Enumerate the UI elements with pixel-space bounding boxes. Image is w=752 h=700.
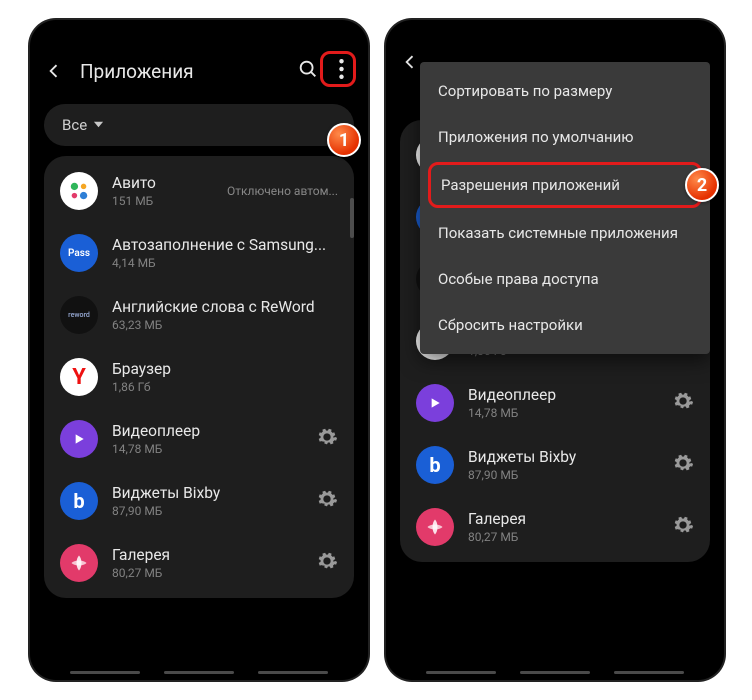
app-name: Автозаполнение с Samsung... bbox=[112, 236, 338, 254]
menu-item[interactable]: Показать системные приложения bbox=[420, 210, 710, 256]
app-row[interactable]: Pass Автозаполнение с Samsung... 4,14 МБ bbox=[44, 222, 354, 284]
menu-item[interactable]: Разрешения приложений bbox=[428, 162, 702, 208]
app-row[interactable]: Галерея 80,27 МБ bbox=[44, 532, 354, 594]
app-text: Английские слова с ReWord 63,23 МБ bbox=[112, 298, 338, 332]
app-row[interactable]: Видеоплеер 14,78 МБ bbox=[44, 408, 354, 470]
app-size: 87,90 МБ bbox=[112, 504, 316, 518]
app-name: Галерея bbox=[468, 510, 672, 528]
app-text: Галерея 80,27 МБ bbox=[112, 546, 316, 580]
app-name: Виджеты Bixby bbox=[112, 484, 316, 502]
gear-icon[interactable] bbox=[316, 550, 338, 576]
menu-item[interactable]: Сортировать по размеру bbox=[420, 68, 710, 114]
gear-icon[interactable] bbox=[672, 452, 694, 478]
app-text: Виджеты Bixby 87,90 МБ bbox=[112, 484, 316, 518]
app-icon bbox=[60, 544, 98, 582]
app-name: Видеоплеер bbox=[112, 422, 316, 440]
app-size: 80,27 МБ bbox=[112, 566, 316, 580]
menu-item[interactable]: Особые права доступа bbox=[420, 256, 710, 302]
app-name: Виджеты Bixby bbox=[468, 448, 672, 466]
menu-item[interactable]: Приложения по умолчанию bbox=[420, 114, 710, 160]
page-title: Приложения bbox=[80, 60, 291, 83]
app-icon: Y bbox=[60, 358, 98, 396]
gear-icon[interactable] bbox=[672, 514, 694, 540]
app-text: Галерея 80,27 МБ bbox=[468, 510, 672, 544]
app-icon bbox=[60, 420, 98, 458]
app-row[interactable]: Видеоплеер 14,78 МБ bbox=[400, 372, 710, 434]
nav-bar bbox=[386, 671, 724, 674]
header: Приложения bbox=[30, 42, 368, 104]
annotation-step-2: 2 bbox=[685, 168, 719, 202]
gear-icon[interactable] bbox=[672, 390, 694, 416]
app-icon bbox=[416, 384, 454, 422]
back-button[interactable] bbox=[400, 52, 420, 72]
app-row[interactable]: reword Английские слова с ReWord 63,23 МБ bbox=[44, 284, 354, 346]
highlight-more bbox=[320, 51, 356, 87]
app-icon: Pass bbox=[60, 234, 98, 272]
annotation-step-1: 1 bbox=[327, 123, 361, 157]
app-row[interactable]: Авито 151 МБ Отключено автом... bbox=[44, 160, 354, 222]
app-text: Браузер 1,86 Гб bbox=[112, 360, 338, 394]
gear-icon[interactable] bbox=[316, 426, 338, 452]
app-size: 63,23 МБ bbox=[112, 318, 338, 332]
status-bar bbox=[386, 20, 724, 42]
app-row[interactable]: b Виджеты Bixby 87,90 МБ bbox=[44, 470, 354, 532]
app-name: Английские слова с ReWord bbox=[112, 298, 338, 316]
app-name: Браузер bbox=[112, 360, 338, 378]
app-list: Авито 151 МБ Отключено автом... Pass Автозап… bbox=[44, 156, 354, 598]
app-row[interactable]: b Виджеты Bixby 87,90 МБ bbox=[400, 434, 710, 496]
phone-left: Приложения 1 Все Авито 151 МБ Отключено ав… bbox=[30, 20, 368, 680]
app-text: Автозаполнение с Samsung... 4,14 МБ bbox=[112, 236, 338, 270]
overflow-menu: Сортировать по размеруПриложения по умол… bbox=[420, 62, 710, 354]
app-size: 14,78 МБ bbox=[468, 406, 672, 420]
app-icon: b bbox=[60, 482, 98, 520]
app-text: Видеоплеер 14,78 МБ bbox=[468, 386, 672, 420]
phone-right: Авито151 МБPassАвтозаполнение с Samsung.… bbox=[386, 20, 724, 680]
app-name: Видеоплеер bbox=[468, 386, 672, 404]
app-name: Галерея bbox=[112, 546, 316, 564]
app-row[interactable]: Y Браузер 1,86 Гб bbox=[44, 346, 354, 408]
app-icon bbox=[60, 172, 98, 210]
scroll-indicator bbox=[350, 198, 354, 238]
nav-bar bbox=[30, 671, 368, 674]
status-bar bbox=[30, 20, 368, 42]
back-button[interactable] bbox=[44, 61, 64, 81]
app-icon bbox=[416, 508, 454, 546]
app-row[interactable]: Галерея 80,27 МБ bbox=[400, 496, 710, 558]
filter-label: Все bbox=[62, 116, 87, 134]
app-size: 151 МБ bbox=[112, 194, 221, 208]
app-size: 80,27 МБ bbox=[468, 530, 672, 544]
gear-icon[interactable] bbox=[316, 488, 338, 514]
app-icon: b bbox=[416, 446, 454, 484]
chevron-down-icon bbox=[93, 116, 104, 134]
app-size: 87,90 МБ bbox=[468, 468, 672, 482]
app-size: 1,86 Гб bbox=[112, 380, 338, 394]
app-text: Видеоплеер 14,78 МБ bbox=[112, 422, 316, 456]
filter-dropdown[interactable]: Все bbox=[44, 104, 354, 146]
more-options-button[interactable] bbox=[329, 53, 354, 89]
app-size: 4,14 МБ bbox=[112, 256, 338, 270]
app-size: 14,78 МБ bbox=[112, 442, 316, 456]
app-status: Отключено автом... bbox=[227, 184, 338, 198]
app-name: Авито bbox=[112, 174, 221, 192]
app-text: Виджеты Bixby 87,90 МБ bbox=[468, 448, 672, 482]
app-icon: reword bbox=[60, 296, 98, 334]
app-text: Авито 151 МБ bbox=[112, 174, 221, 208]
menu-item[interactable]: Сбросить настройки bbox=[420, 302, 710, 348]
